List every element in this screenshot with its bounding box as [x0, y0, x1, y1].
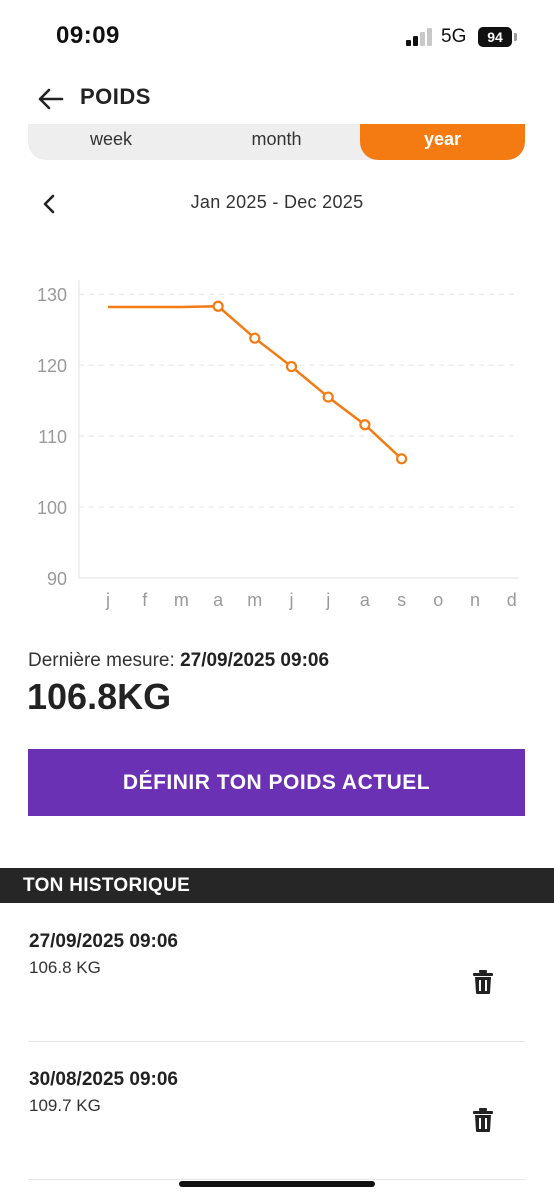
x-tick-label: n [470, 590, 480, 610]
tab-month[interactable]: month [194, 124, 359, 160]
x-tick-label: j [289, 590, 294, 610]
last-measure-label: Dernière mesure: [28, 650, 175, 671]
history-item-weight: 106.8 KG [29, 958, 101, 977]
history-title: TON HISTORIQUE [23, 875, 191, 896]
period-segmented-control: week month year [28, 124, 525, 160]
last-measure-datetime: 27/09/2025 09:06 [180, 650, 330, 671]
period-navigation: Jan 2025 - Dec 2025 [0, 184, 554, 224]
page-title: POIDS [80, 84, 151, 109]
x-tick-label: j [105, 590, 110, 610]
x-tick-label: m [174, 590, 189, 610]
weight-chart: 90 100 110 120 130 j f m a m j j a s o n d [37, 280, 519, 610]
home-indicator [179, 1181, 375, 1187]
current-weight: 106.8KG [27, 676, 172, 717]
set-current-weight-button[interactable]: DÉFINIR TON POIDS ACTUEL [28, 749, 525, 816]
delete-entry-button[interactable] [472, 969, 494, 995]
tab-year[interactable]: year [360, 124, 525, 160]
y-tick-label: 100 [37, 498, 67, 518]
network-label: 5G [441, 26, 467, 47]
status-time: 09:09 [56, 22, 120, 49]
history-header: TON HISTORIQUE [0, 868, 554, 903]
data-point [285, 360, 298, 373]
delete-entry-button[interactable] [472, 1107, 494, 1133]
history-item: 27/09/2025 09:06 106.8 KG [28, 903, 525, 1042]
last-measure: Dernière mesure: 27/09/2025 09:06 [28, 650, 329, 672]
y-tick-label: 110 [38, 427, 67, 447]
x-tick-label: o [433, 590, 443, 610]
y-tick-label: 90 [47, 569, 67, 589]
period-label: Jan 2025 - Dec 2025 [190, 192, 364, 212]
data-point [359, 419, 371, 431]
battery-icon: 94 [478, 27, 512, 47]
x-tick-label: m [247, 590, 262, 610]
back-button[interactable] [36, 86, 66, 112]
history-item-datetime: 30/08/2025 09:06 [29, 1069, 178, 1090]
data-point [212, 300, 224, 312]
battery-tip [514, 33, 517, 41]
data-point [249, 332, 261, 344]
history-item: 30/08/2025 09:06 109.7 KG [28, 1041, 525, 1180]
header: POIDS [0, 74, 554, 124]
arrow-left-icon [38, 88, 64, 110]
x-tick-label: d [507, 590, 517, 610]
x-tick-label: a [360, 590, 371, 610]
x-tick-label: s [397, 590, 406, 610]
history-item-datetime: 27/09/2025 09:06 [29, 931, 178, 952]
status-bar: 09:09 5G 94 [0, 0, 554, 74]
data-point [322, 391, 334, 403]
tab-week[interactable]: week [28, 124, 194, 160]
y-tick-label: 130 [37, 285, 67, 305]
y-tick-label: 120 [37, 356, 67, 376]
x-tick-label: a [213, 590, 224, 610]
signal-icon [406, 28, 434, 46]
data-point [396, 453, 408, 465]
trash-icon [473, 970, 493, 994]
trash-icon [473, 1108, 493, 1132]
history-item-weight: 109.7 KG [29, 1096, 101, 1115]
x-tick-label: j [325, 590, 330, 610]
x-tick-label: f [142, 590, 148, 610]
